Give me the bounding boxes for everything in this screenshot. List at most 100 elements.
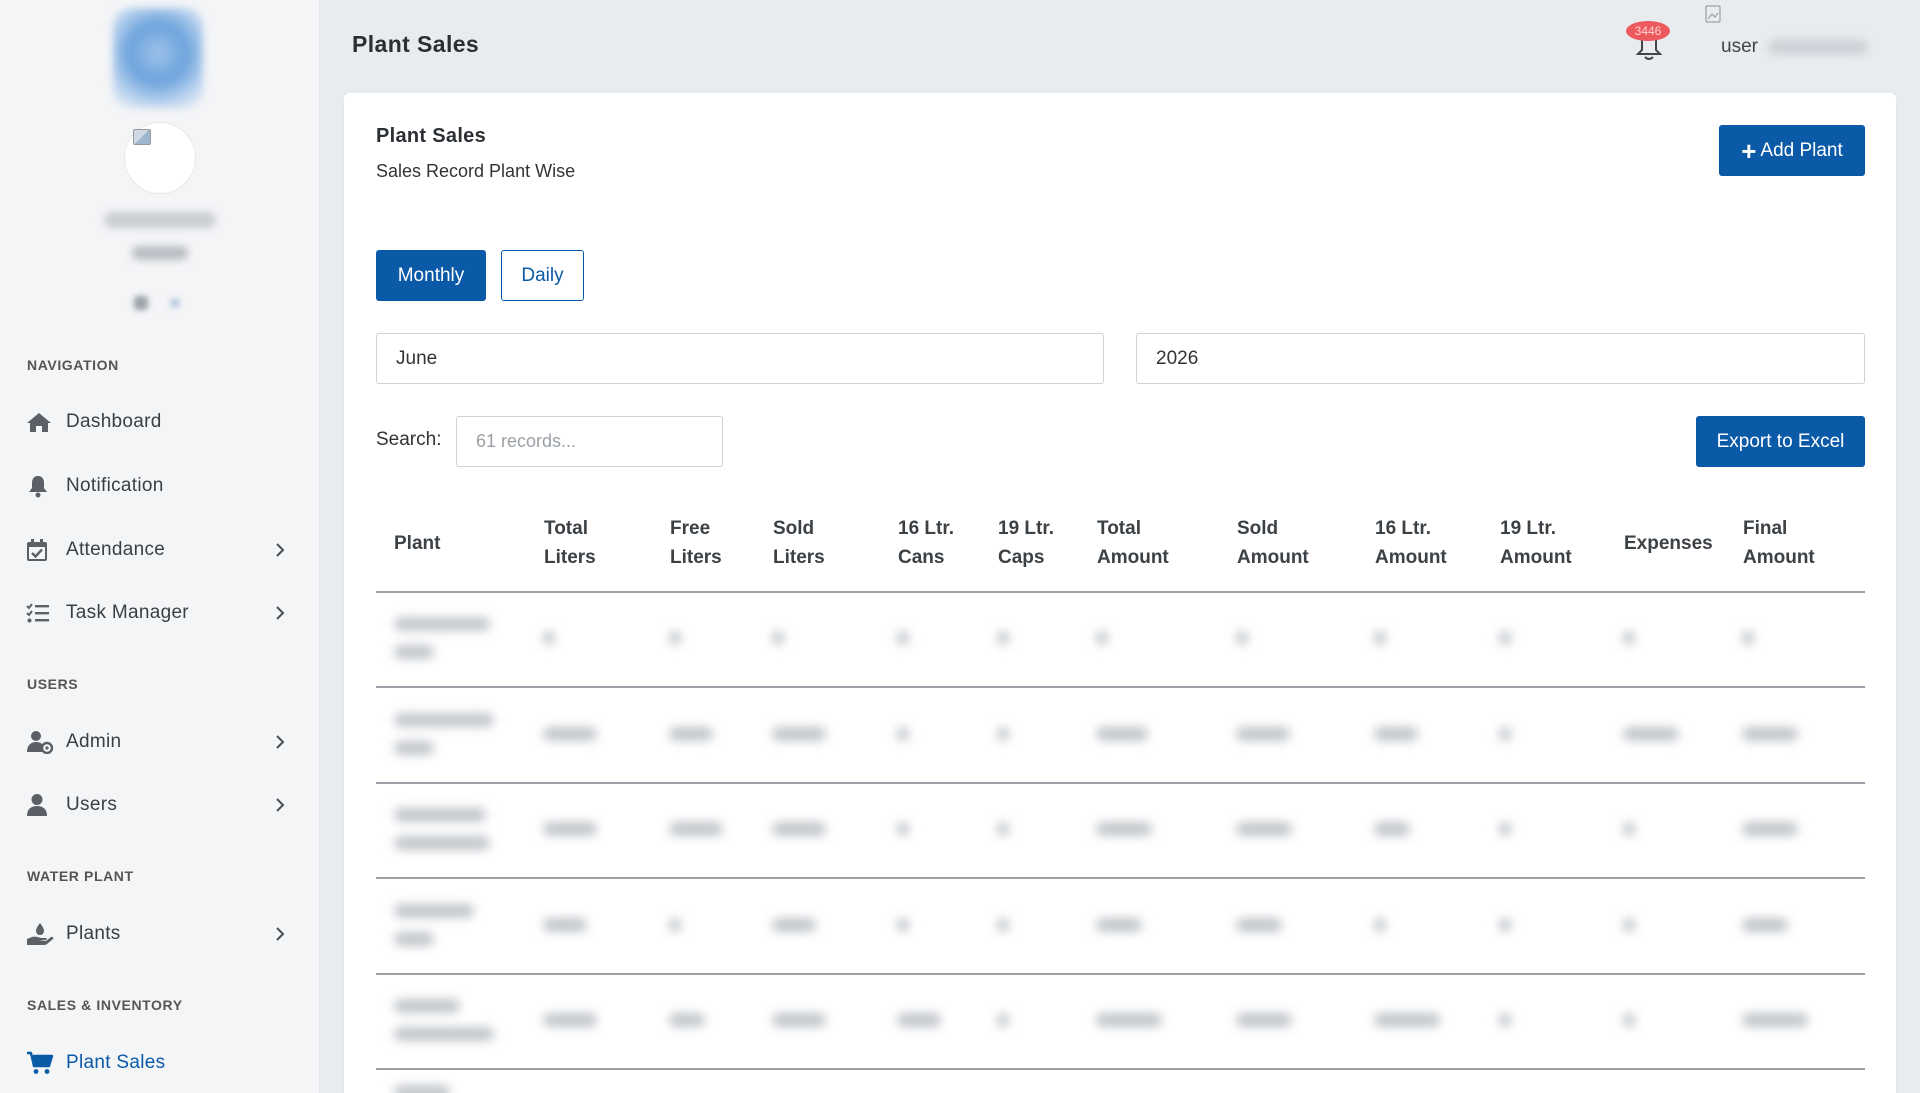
column-header-line: Plant [394, 533, 441, 554]
column-header-19-ltr-caps[interactable]: 19 Ltr. Caps [998, 514, 1054, 572]
column-header-line: Liters [773, 547, 825, 568]
table-row-divider [376, 973, 1865, 975]
sidebar-item-notification[interactable]: Notification [26, 466, 296, 506]
hand-holding-icon [26, 921, 56, 947]
chevron-right-icon [276, 735, 285, 749]
sidebar-item-users[interactable]: Users [26, 785, 296, 825]
sidebar-item-label: Notification [66, 475, 164, 496]
redacted-cell [669, 727, 713, 741]
redacted-cell [1499, 631, 1511, 645]
redacted-cell [897, 822, 909, 836]
avatar[interactable] [124, 122, 196, 194]
redacted-cell [543, 727, 597, 741]
redacted-cell [394, 617, 490, 631]
redacted-cell [1236, 822, 1292, 836]
redacted-cell [669, 918, 681, 932]
sidebar-item-label: Attendance [66, 539, 166, 560]
redacted-cell [1742, 822, 1798, 836]
redacted-cell [1236, 631, 1248, 645]
profile-role-redacted [132, 246, 188, 260]
column-header-sold-amount[interactable]: Sold Amount [1237, 514, 1309, 572]
sidebar-item-plants[interactable]: Plants [26, 914, 296, 954]
redacted-cell [897, 918, 909, 932]
column-header-line: Sold [1237, 518, 1279, 539]
redacted-cell [772, 631, 784, 645]
column-header-total-amount[interactable]: Total Amount [1097, 514, 1169, 572]
column-header-free-liters[interactable]: Free Liters [670, 514, 722, 572]
notification-count-badge: 3446 [1626, 21, 1670, 41]
column-header-line: Cans [898, 547, 945, 568]
column-header-line: Total [1097, 518, 1141, 539]
card-subtitle: Sales Record Plant Wise [376, 161, 576, 181]
column-header-line: 16 Ltr. [1375, 518, 1431, 539]
redacted-cell [394, 932, 434, 946]
add-plant-button[interactable]: + Add Plant [1719, 125, 1865, 176]
month-select[interactable]: June [376, 333, 1104, 384]
column-header-sold-liters[interactable]: Sold Liters [773, 514, 825, 572]
redacted-cell [394, 904, 474, 918]
column-header-total-liters[interactable]: Total Liters [544, 514, 596, 572]
redacted-cell [1096, 918, 1142, 932]
redacted-cell [997, 631, 1009, 645]
search-input[interactable] [456, 416, 723, 467]
column-header-line: 16 Ltr. [898, 518, 954, 539]
user-menu[interactable]: user [1721, 36, 1758, 58]
redacted-cell [897, 1013, 941, 1027]
sidebar-item-label: Plants [66, 923, 121, 944]
sidebar: NAVIGATION Dashboard Notification Attend… [0, 0, 320, 1093]
column-header-expenses[interactable]: Expenses [1624, 529, 1713, 558]
bell-icon [26, 473, 56, 499]
redacted-cell [1499, 727, 1511, 741]
redacted-cell [1623, 822, 1635, 836]
redacted-cell [1096, 631, 1108, 645]
user-icon [26, 792, 56, 818]
daily-toggle-button[interactable]: Daily [501, 250, 584, 301]
redacted-cell [394, 741, 434, 755]
redacted-cell [1742, 918, 1788, 932]
redacted-cell [669, 822, 723, 836]
monthly-toggle-button[interactable]: Monthly [376, 250, 486, 301]
column-header-line: Amount [1500, 547, 1572, 568]
sidebar-item-label: Dashboard [66, 411, 162, 432]
column-header-final-amount[interactable]: Final Amount [1743, 514, 1815, 572]
table-header-divider [376, 591, 1865, 593]
sidebar-item-plant-sales[interactable]: Plant Sales [26, 1043, 296, 1083]
add-plant-label: Add Plant [1760, 139, 1843, 161]
sidebar-item-label: Admin [66, 731, 122, 752]
page-title: Plant Sales [352, 31, 480, 57]
redacted-cell [543, 631, 555, 645]
column-header-line: Liters [544, 547, 596, 568]
chevron-right-icon [276, 606, 285, 620]
sidebar-item-dashboard[interactable]: Dashboard [26, 402, 296, 442]
section-title-sales-inventory: SALES & INVENTORY [27, 997, 183, 1013]
notification-button[interactable]: 3446 [1624, 18, 1674, 64]
column-header-16-ltr-amount[interactable]: 16 Ltr. Amount [1375, 514, 1447, 572]
user-gear-icon [26, 729, 56, 755]
redacted-cell [1096, 1013, 1162, 1027]
redacted-cell [897, 631, 909, 645]
redacted-cell [1236, 918, 1282, 932]
task-list-icon [26, 600, 56, 626]
redacted-cell [543, 918, 587, 932]
redacted-cell [1374, 727, 1418, 741]
user-name-redacted [1768, 39, 1868, 55]
chevron-right-icon [276, 927, 285, 941]
redacted-cell [394, 808, 486, 822]
table-row-divider [376, 686, 1865, 688]
plus-icon: + [1741, 135, 1757, 166]
chevron-right-icon [276, 798, 285, 812]
profile-action-icon[interactable] [134, 296, 148, 310]
column-header-19-ltr-amount[interactable]: 19 Ltr. Amount [1500, 514, 1572, 572]
year-select[interactable]: 2026 [1136, 333, 1865, 384]
sidebar-item-attendance[interactable]: Attendance [26, 530, 296, 570]
sidebar-item-admin[interactable]: Admin [26, 722, 296, 762]
export-excel-button[interactable]: Export to Excel [1696, 416, 1865, 467]
column-header-plant[interactable]: Plant [394, 529, 440, 558]
sidebar-item-task-manager[interactable]: Task Manager [26, 593, 296, 633]
card-title: Plant Sales [376, 125, 487, 147]
redacted-cell [669, 631, 681, 645]
redacted-cell [897, 727, 909, 741]
redacted-cell [543, 822, 597, 836]
column-header-16-ltr-cans[interactable]: 16 Ltr. Cans [898, 514, 954, 572]
redacted-cell [543, 1013, 597, 1027]
